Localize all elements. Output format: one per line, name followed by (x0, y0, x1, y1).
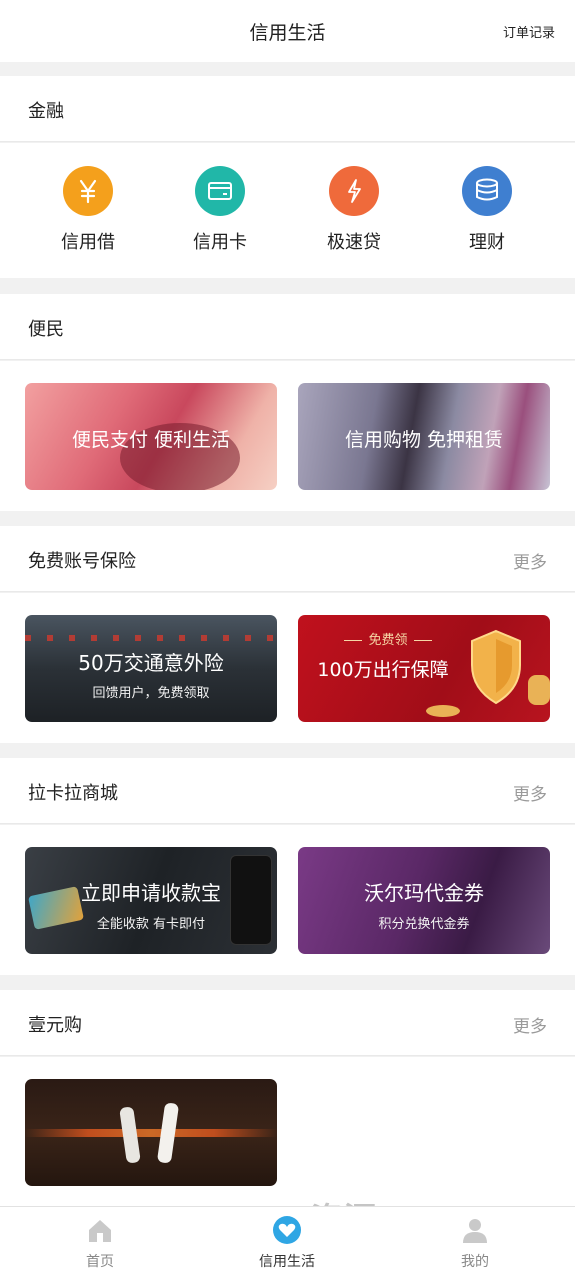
coin-decoration (426, 705, 460, 717)
insurance-section-title: 免费账号保险 (28, 551, 136, 572)
tab-mine[interactable]: 我的 (415, 1207, 535, 1280)
mall-more-link[interactable]: 更多 (513, 780, 547, 805)
banner-subtitle: 回馈用户，免费领取 (92, 686, 210, 701)
insurance-section-header: 免费账号保险 更多 (0, 526, 575, 592)
convenience-banner-shopping[interactable]: 信用购物 免押租赁 (298, 383, 550, 490)
convenience-banner-payment[interactable]: 便民支付 便利生活 (25, 383, 277, 490)
finance-item-wealth[interactable]: 理财 (432, 166, 542, 266)
finance-item-loan[interactable]: 信用借 (33, 166, 143, 266)
banner-title: 100万出行保障 (317, 659, 449, 681)
insurance-banner-travel[interactable]: 免费领 100万出行保障 (298, 615, 550, 722)
tab-label: 我的 (461, 1254, 489, 1270)
insurance-banner-traffic[interactable]: 50万交通意外险 回馈用户，免费领取 (25, 615, 277, 722)
mall-banners: 立即申请收款宝 全能收款 有卡即付 沃尔玛代金券 积分兑换代金券 (0, 825, 575, 975)
lightning-icon (329, 166, 379, 216)
insurance-banners: 50万交通意外险 回馈用户，免费领取 免费领 100万出行保障 (0, 593, 575, 743)
bottom-tab-bar: 首页 信用生活 我的 (0, 1206, 575, 1280)
onebuy-banner-earphone[interactable] (25, 1079, 277, 1186)
mall-section-title: 拉卡拉商城 (28, 783, 118, 804)
tab-credit-life[interactable]: 信用生活 (227, 1207, 347, 1280)
banner-subtitle: 全能收款 有卡即付 (96, 917, 206, 932)
coins-icon (462, 166, 512, 216)
finance-item-fast-loan[interactable]: 极速贷 (299, 166, 409, 266)
page-title: 信用生活 (249, 22, 326, 44)
banner-title: 信用购物 免押租赁 (344, 429, 504, 451)
heart-icon (273, 1216, 301, 1244)
order-records-link[interactable]: 订单记录 (503, 22, 555, 41)
mall-banner-pos[interactable]: 立即申请收款宝 全能收款 有卡即付 (25, 847, 277, 954)
card-icon (195, 166, 245, 216)
onebuy-more-link[interactable]: 更多 (513, 1012, 547, 1037)
yen-icon (63, 166, 113, 216)
convenience-section-title: 便民 (28, 319, 64, 340)
onebuy-section-title: 壹元购 (28, 1015, 82, 1036)
sound-wave-decoration (25, 1129, 277, 1137)
home-icon (89, 1220, 111, 1242)
shield-icon (471, 629, 521, 705)
top-bar: 信用生活 订单记录 (0, 0, 575, 62)
banner-title: 50万交通意外险 (78, 651, 224, 675)
finance-section-title: 金融 (28, 101, 64, 122)
finance-grid: 信用借 信用卡 极速贷 理财 (0, 143, 575, 278)
traffic-lights-decoration (25, 635, 277, 641)
tab-home[interactable]: 首页 (40, 1207, 160, 1280)
coin-stack-decoration (528, 675, 550, 705)
person-icon (463, 1219, 487, 1243)
tab-label: 信用生活 (259, 1254, 315, 1270)
finance-section-header: 金融 (0, 76, 575, 142)
insurance-more-link[interactable]: 更多 (513, 548, 547, 573)
mall-section-header: 拉卡拉商城 更多 (0, 758, 575, 824)
banner-subtitle: 积分兑换代金券 (378, 917, 470, 932)
onebuy-banners (0, 1057, 575, 1206)
onebuy-section-header: 壹元购 更多 (0, 990, 575, 1056)
banner-title: 沃尔玛代金券 (364, 881, 484, 905)
free-tag: 免费领 (318, 629, 458, 648)
finance-item-label: 信用卡 (193, 232, 247, 253)
finance-item-credit-card[interactable]: 信用卡 (165, 166, 275, 266)
mall-banner-walmart[interactable]: 沃尔玛代金券 积分兑换代金券 (298, 847, 550, 954)
banner-title: 立即申请收款宝 (81, 881, 221, 905)
free-tag-text: 免费领 (368, 633, 408, 648)
tab-label: 首页 (86, 1254, 114, 1270)
finance-item-label: 理财 (469, 232, 505, 253)
finance-item-label: 信用借 (61, 232, 115, 253)
finance-item-label: 极速贷 (327, 232, 381, 253)
banner-title: 便民支付 便利生活 (71, 429, 231, 451)
convenience-section-header: 便民 (0, 294, 575, 360)
convenience-banners: 便民支付 便利生活 信用购物 免押租赁 (0, 361, 575, 511)
